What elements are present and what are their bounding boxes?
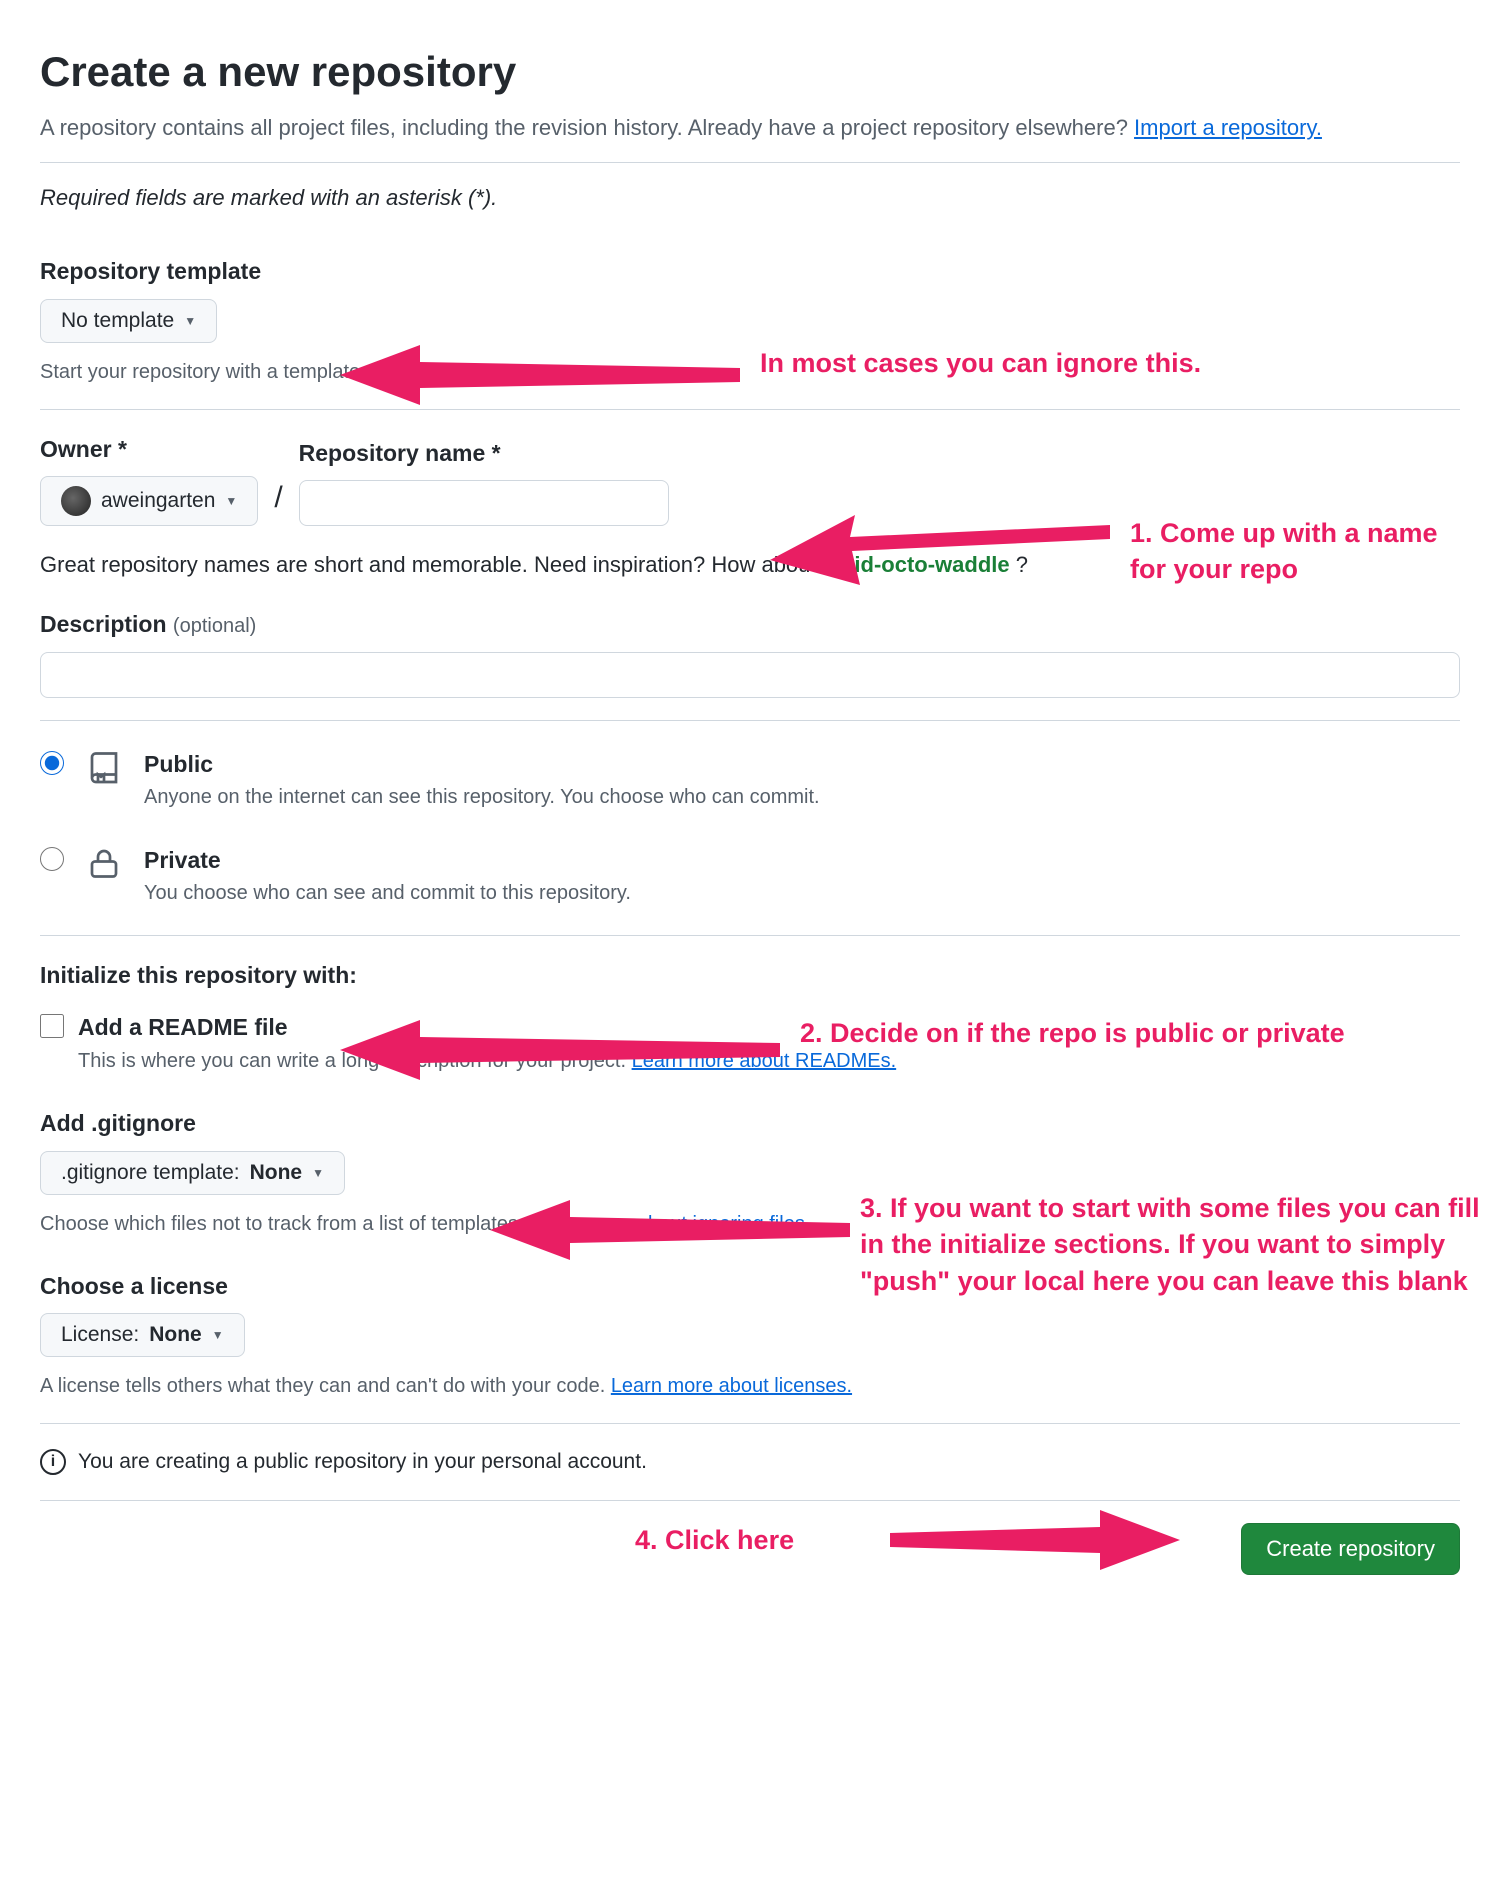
initialize-heading: Initialize this repository with: [40, 958, 1460, 993]
create-repository-button[interactable]: Create repository [1241, 1523, 1460, 1575]
public-subtitle: Anyone on the internet can see this repo… [144, 786, 820, 808]
description-label: Description (optional) [40, 607, 1460, 642]
divider [40, 720, 1460, 721]
template-hint: Start your repository with a template re… [40, 357, 1460, 387]
inspiration-post: ? [1010, 552, 1028, 577]
divider [40, 1500, 1460, 1501]
private-subtitle: You choose who can see and commit to thi… [144, 882, 631, 904]
private-title: Private [144, 843, 1460, 878]
chevron-down-icon: ▼ [225, 494, 237, 508]
import-repo-link[interactable]: Import a repository. [1134, 115, 1322, 140]
template-label: Repository template [40, 254, 1460, 289]
avatar [61, 486, 91, 516]
gitignore-select-button[interactable]: .gitignore template: None ▼ [40, 1151, 345, 1195]
subtitle-text: A repository contains all project files,… [40, 115, 1134, 140]
gitignore-learn-more-link[interactable]: Learn more about ignoring files. [529, 1213, 810, 1235]
lock-icon [86, 845, 122, 881]
public-title: Public [144, 747, 1460, 782]
readme-learn-more-link[interactable]: Learn more about READMEs. [632, 1050, 897, 1072]
inspiration-pre: Great repository names are short and mem… [40, 552, 823, 577]
repo-icon [86, 749, 122, 785]
visibility-private-radio[interactable] [40, 847, 64, 871]
gitignore-hint: Choose which files not to track from a l… [40, 1209, 1460, 1239]
gitignore-label: Add .gitignore [40, 1106, 1460, 1141]
template-select-value: No template [61, 309, 174, 333]
chevron-down-icon: ▼ [312, 1166, 324, 1180]
page-title: Create a new repository [40, 40, 1460, 103]
inspiration-text: Great repository names are short and mem… [40, 548, 1460, 581]
visibility-public-radio[interactable] [40, 751, 64, 775]
suggested-name-link[interactable]: solid-octo-waddle [823, 552, 1010, 577]
readme-subtitle: This is where you can write a long descr… [78, 1050, 896, 1072]
divider [40, 935, 1460, 936]
owner-label: Owner * [40, 432, 258, 467]
divider [40, 409, 1460, 410]
divider [40, 1423, 1460, 1424]
license-select-button[interactable]: License: None ▼ [40, 1313, 245, 1357]
license-label: Choose a license [40, 1269, 1460, 1304]
repo-name-label: Repository name * [299, 436, 669, 471]
chevron-down-icon: ▼ [184, 314, 196, 328]
path-separator: / [274, 475, 282, 526]
template-select-button[interactable]: No template ▼ [40, 299, 217, 343]
info-icon: i [40, 1449, 66, 1475]
chevron-down-icon: ▼ [212, 1328, 224, 1342]
divider [40, 162, 1460, 163]
license-learn-more-link[interactable]: Learn more about licenses. [611, 1375, 852, 1397]
required-fields-note: Required fields are marked with an aster… [40, 181, 1460, 214]
license-hint: A license tells others what they can and… [40, 1371, 1460, 1401]
owner-select-button[interactable]: aweingarten ▼ [40, 476, 258, 526]
readme-checkbox[interactable] [40, 1014, 64, 1038]
info-notice-text: You are creating a public repository in … [78, 1446, 647, 1478]
page-subtitle: A repository contains all project files,… [40, 111, 1460, 144]
readme-title: Add a README file [78, 1010, 1460, 1045]
repo-name-input[interactable] [299, 480, 669, 526]
owner-username: aweingarten [101, 489, 215, 513]
description-input[interactable] [40, 652, 1460, 698]
